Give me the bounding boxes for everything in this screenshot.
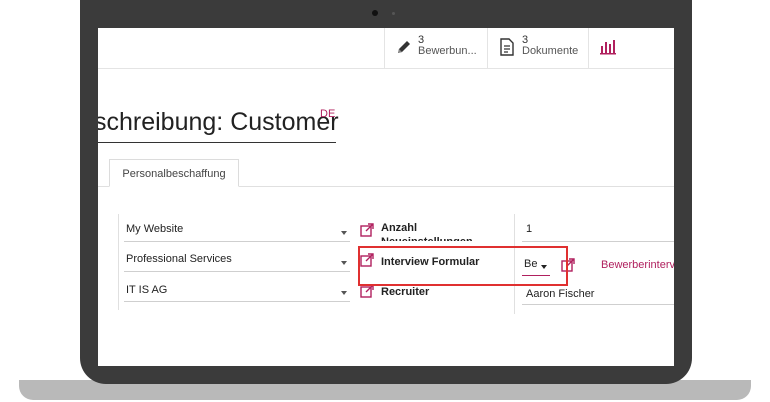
- record-title[interactable]: schreibung: Customer: [98, 108, 339, 137]
- company-select-underline: [124, 301, 350, 302]
- chevron-down-icon[interactable]: [341, 261, 347, 265]
- bar-chart-icon: [600, 40, 616, 55]
- language-badge[interactable]: DE: [320, 108, 335, 120]
- external-link-icon[interactable]: [360, 284, 374, 298]
- tab-personalbeschaffung[interactable]: Personalbeschaffung: [109, 159, 239, 187]
- company-select[interactable]: IT IS AG: [126, 284, 167, 296]
- external-link-icon[interactable]: [360, 223, 374, 237]
- left-column-border: [118, 214, 119, 310]
- recruiter-label: Recruiter: [381, 286, 430, 298]
- department-select[interactable]: Professional Services: [126, 253, 232, 265]
- recruiter-select[interactable]: Aaron Fischer: [526, 288, 594, 300]
- camera-icon: [372, 10, 378, 16]
- pencil-icon: [398, 41, 410, 53]
- applications-label: Bewerbun...: [418, 45, 477, 57]
- documents-label: Dokumente: [522, 45, 579, 57]
- website-select[interactable]: My Website: [126, 223, 183, 235]
- highlight-box: [358, 246, 568, 286]
- chevron-down-icon[interactable]: [341, 231, 347, 235]
- interview-form-link[interactable]: Bewerberinterv: [601, 259, 674, 271]
- hires-label: Anzahl Neueinstellungen: [381, 222, 473, 241]
- website-select-underline: [124, 241, 350, 242]
- title-underline: [98, 142, 336, 143]
- stat-button-bar: 3 Bewerbun... 3 Dokumente: [98, 28, 674, 69]
- chevron-down-icon[interactable]: [341, 291, 347, 295]
- applications-stat-button[interactable]: 3 Bewerbun...: [384, 28, 487, 68]
- department-select-underline: [124, 271, 350, 272]
- documents-stat-button[interactable]: 3 Dokumente: [487, 28, 588, 68]
- recruiter-select-underline: [522, 304, 674, 305]
- document-icon: [500, 38, 514, 56]
- hires-input-underline: [522, 241, 674, 242]
- hires-input[interactable]: 1: [526, 223, 532, 235]
- app-screen: 3 Bewerbun... 3 Dokumente schreibung: Cu…: [98, 28, 674, 366]
- report-stat-button[interactable]: [588, 28, 674, 68]
- camera-sensor: [392, 12, 395, 15]
